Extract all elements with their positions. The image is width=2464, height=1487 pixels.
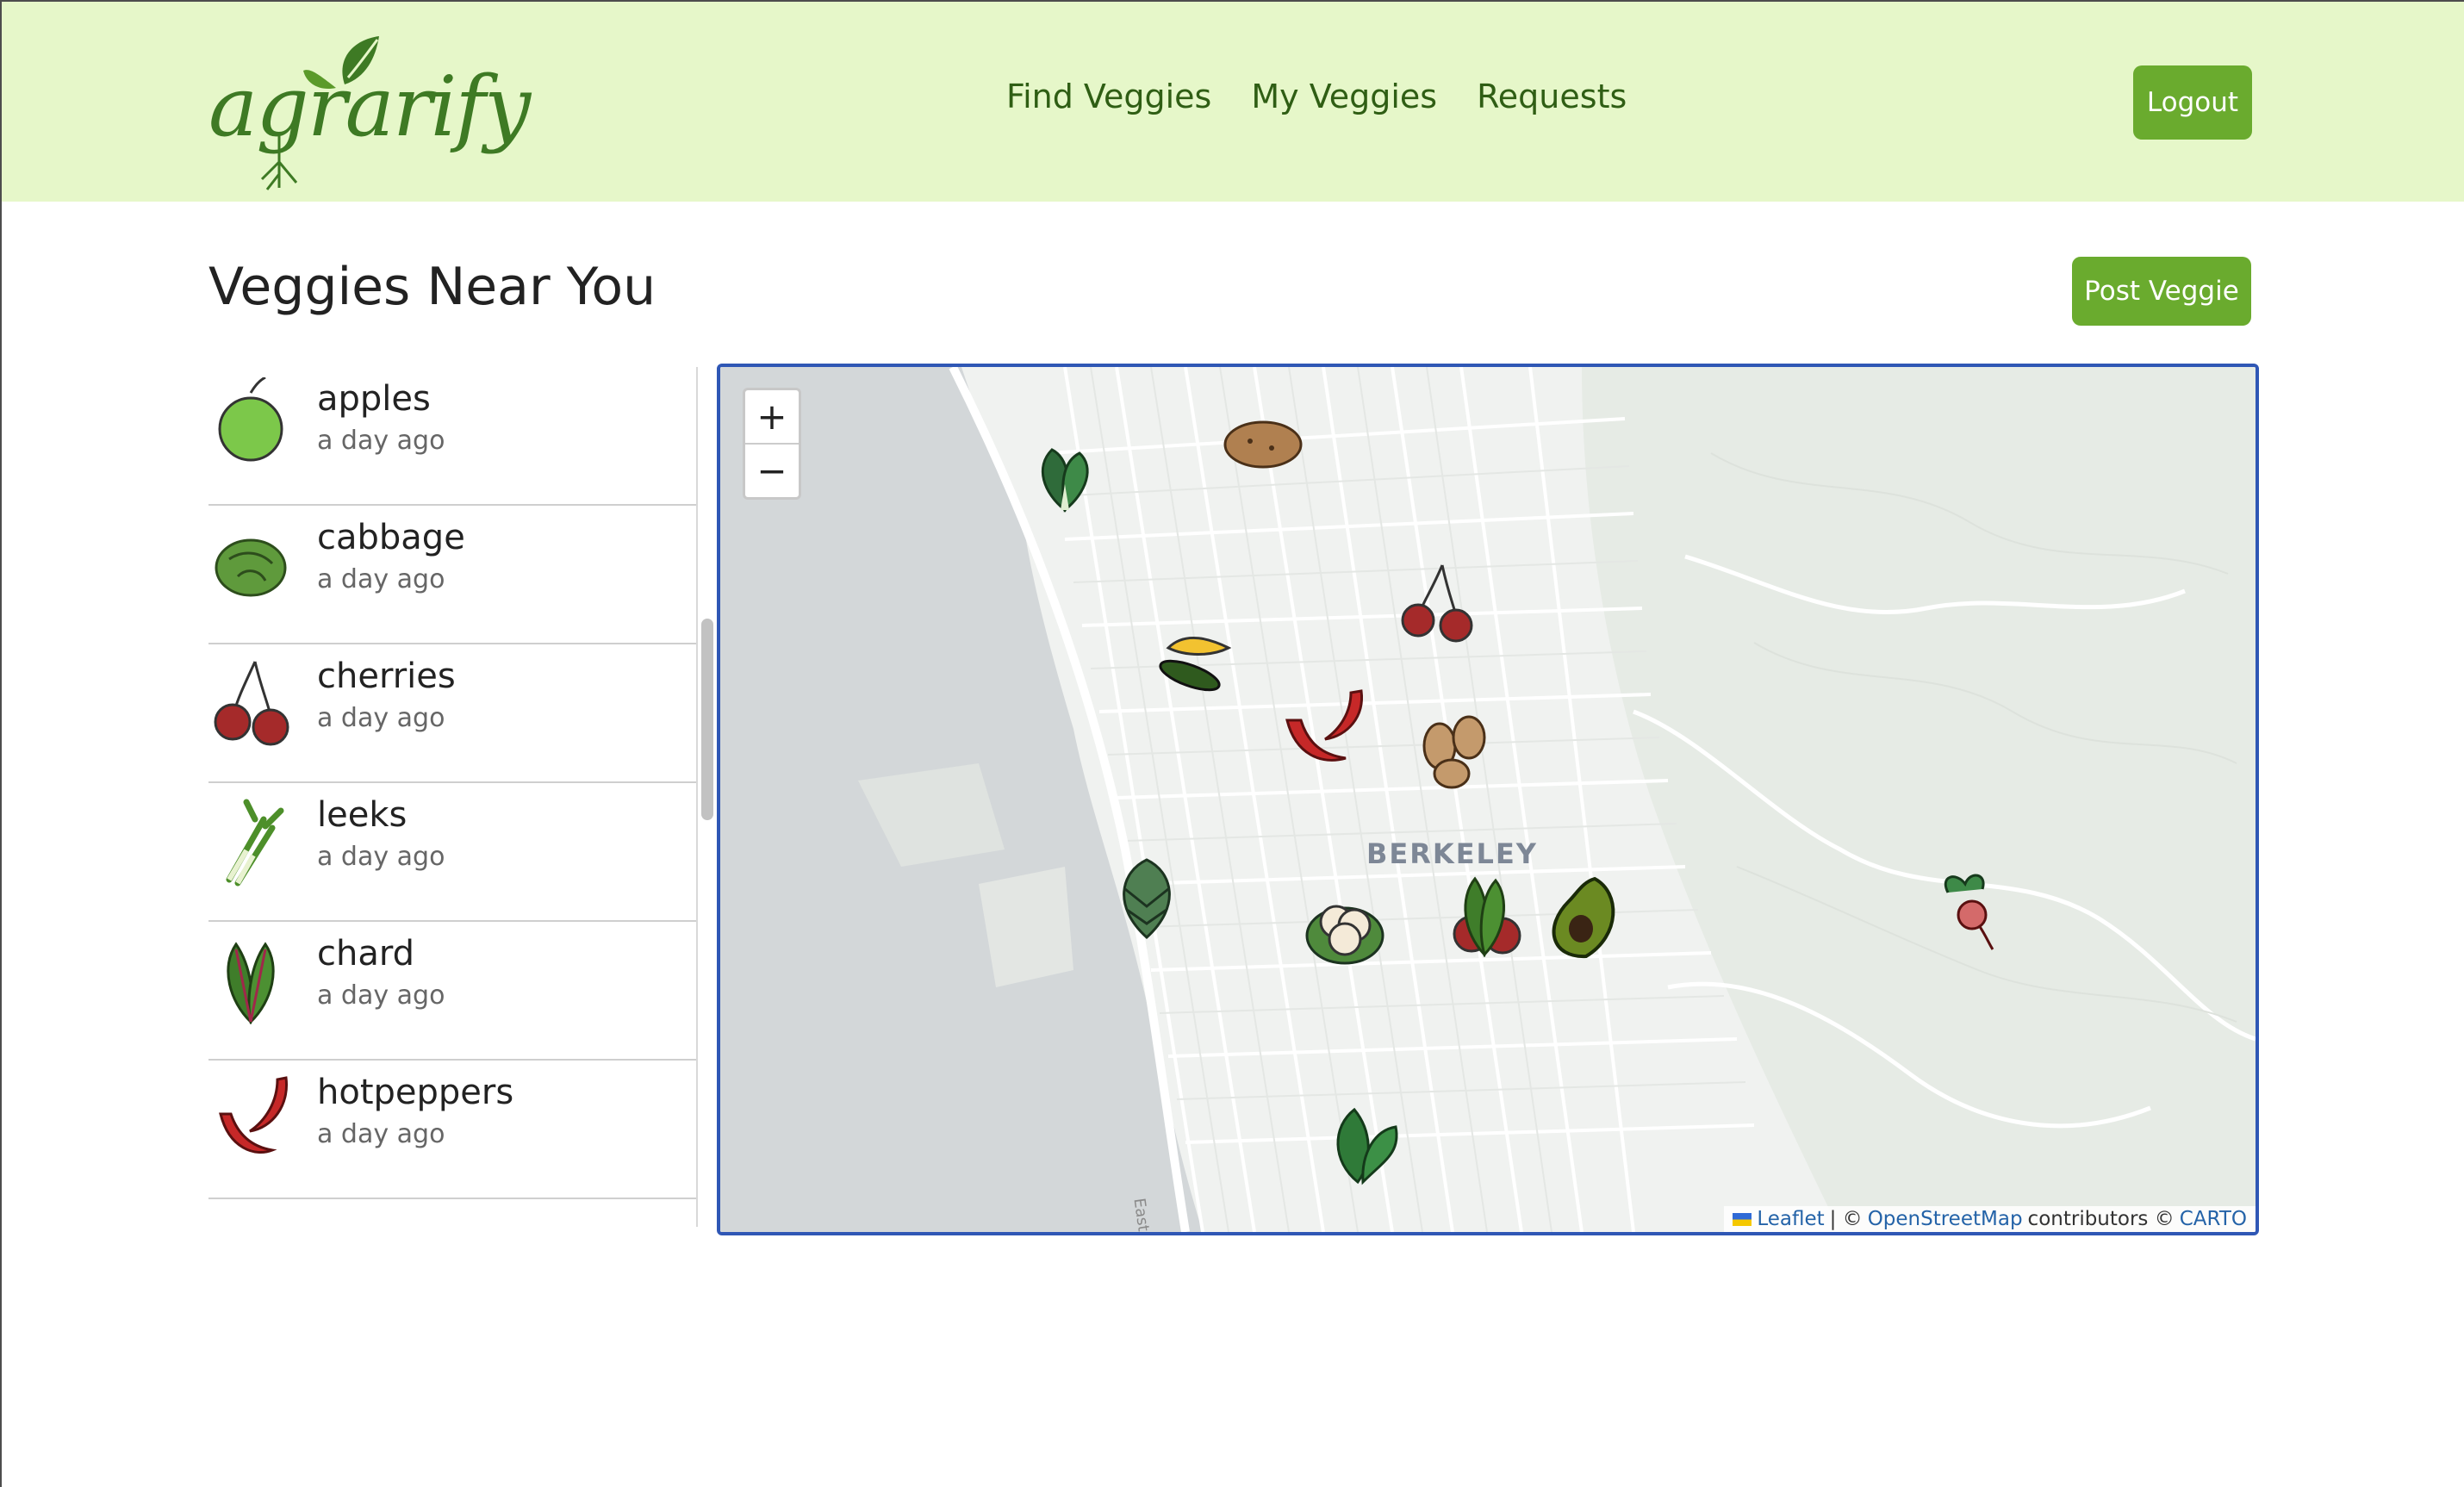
artichoke-marker-icon[interactable]: [1099, 855, 1194, 941]
list-scrollbar[interactable]: [701, 619, 713, 820]
list-item-name: leeks: [317, 795, 408, 835]
list-item-name: cabbage: [317, 518, 465, 557]
beans-marker-icon[interactable]: [1405, 712, 1500, 798]
main-nav: Find Veggies My Veggies Requests: [1006, 78, 1627, 115]
cherries-marker-icon[interactable]: [1391, 560, 1485, 646]
list-item-time: a day ago: [317, 426, 445, 456]
openstreetmap-link[interactable]: OpenStreetMap: [1868, 1208, 2023, 1230]
map-attribution: Leaflet | © OpenStreetMap contributors ©…: [1724, 1206, 2256, 1232]
spinach-marker-icon[interactable]: [1323, 1101, 1418, 1187]
list-item-cherries[interactable]: cherries a day ago: [208, 644, 696, 783]
list-item-cabbage[interactable]: cabbage a day ago: [208, 506, 696, 644]
beet-marker-icon[interactable]: [1922, 867, 2017, 953]
apple-icon: [218, 377, 283, 462]
veggie-list: apples a day ago cabbage a day ago cherr…: [208, 367, 698, 1227]
leaflet-link[interactable]: Leaflet: [1757, 1208, 1824, 1230]
cabbage-icon: [215, 538, 287, 597]
cherries-icon: [214, 661, 289, 746]
list-item-time: a day ago: [317, 564, 445, 594]
list-item-name: chard: [317, 934, 414, 974]
logout-button[interactable]: Logout: [2133, 65, 2252, 140]
map-city-label: BERKELEY: [1366, 837, 1538, 870]
list-item-time: a day ago: [317, 1119, 445, 1149]
map-tiles: Eastshore Fwy: [720, 367, 2256, 1232]
leeks-icon: [226, 799, 284, 887]
avocado-marker-icon[interactable]: [1534, 875, 1629, 961]
list-item-name: hotpeppers: [317, 1073, 514, 1112]
attribution-separator: | ©: [1829, 1208, 1863, 1230]
list-item-time: a day ago: [317, 980, 445, 1011]
chard-marker-icon[interactable]: [1437, 872, 1532, 958]
zoom-in-button[interactable]: +: [745, 390, 799, 445]
nav-my-veggies[interactable]: My Veggies: [1251, 78, 1437, 115]
ukraine-flag-icon: [1733, 1212, 1752, 1226]
nav-find-veggies[interactable]: Find Veggies: [1006, 78, 1211, 115]
list-item-time: a day ago: [317, 842, 445, 872]
bok-choy-marker-icon[interactable]: [1017, 432, 1112, 519]
list-item-name: cherries: [317, 656, 456, 696]
zoom-control: + −: [743, 388, 801, 500]
list-item-name: apples: [317, 379, 431, 419]
carto-link[interactable]: CARTO: [2180, 1208, 2247, 1230]
list-item-chard[interactable]: chard a day ago: [208, 922, 696, 1061]
list-item-time: a day ago: [317, 703, 445, 733]
hot-peppers-marker-icon[interactable]: [1279, 686, 1373, 772]
chard-icon: [227, 942, 275, 1024]
cauliflower-marker-icon[interactable]: [1297, 884, 1392, 970]
navbar: agrarify Find Veggies My Veggies Request…: [2, 2, 2464, 202]
zoom-out-button[interactable]: −: [745, 445, 799, 497]
post-veggie-button[interactable]: Post Veggie: [2072, 257, 2251, 326]
veggie-map[interactable]: Eastshore Fwy + − BERKELEY: [717, 364, 2259, 1235]
attribution-contributors: contributors ©: [2027, 1208, 2175, 1230]
list-item-leeks[interactable]: leeks a day ago: [208, 783, 696, 922]
potato-marker-icon[interactable]: [1216, 401, 1310, 488]
list-item-hotpeppers[interactable]: hotpeppers a day ago: [208, 1061, 696, 1199]
page-title: Veggies Near You: [208, 257, 656, 317]
agrarify-logo[interactable]: agrarify: [207, 33, 531, 191]
list-item-apples[interactable]: apples a day ago: [208, 367, 696, 506]
squash-marker-icon[interactable]: [1151, 622, 1246, 708]
hotpeppers-icon: [219, 1076, 288, 1154]
nav-requests[interactable]: Requests: [1477, 78, 1627, 115]
logo-leaf-icon: [260, 36, 379, 190]
